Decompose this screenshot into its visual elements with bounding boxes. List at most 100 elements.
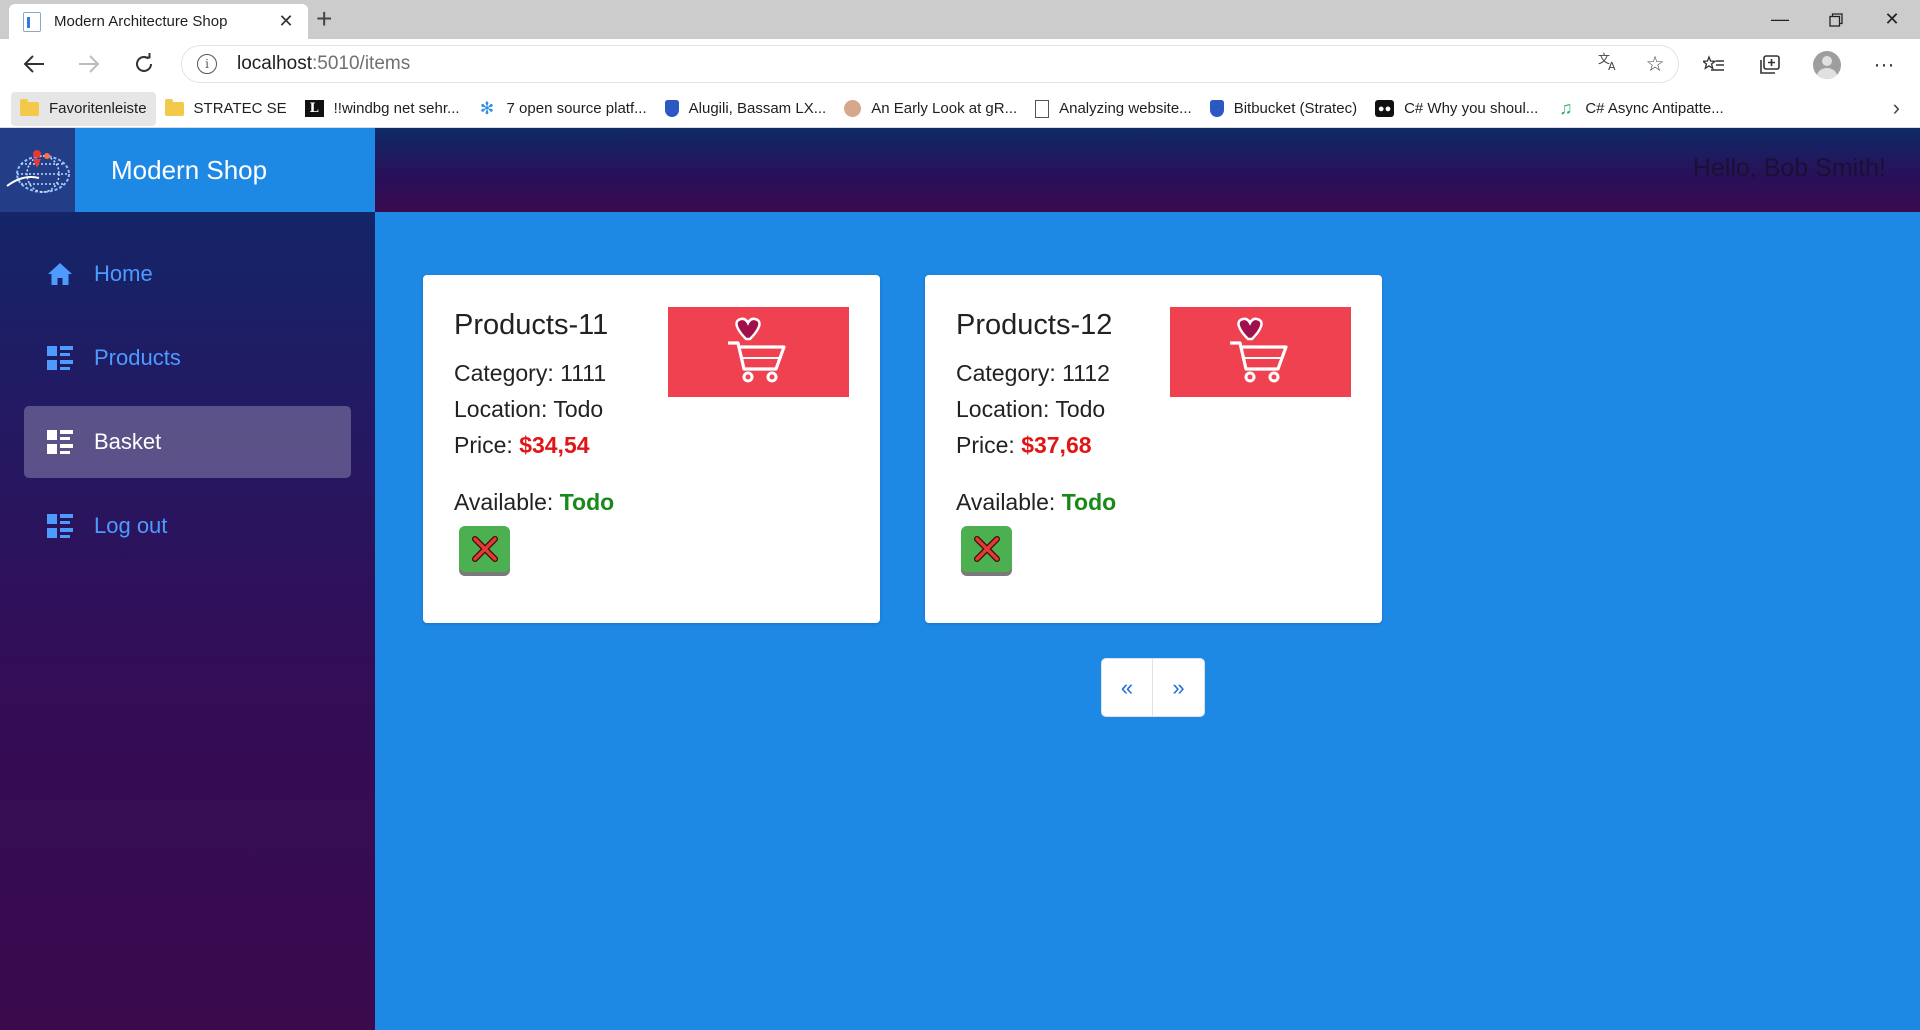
more-menu-icon[interactable]: ··· [1867,48,1901,82]
product-price: Price: $34,54 [454,432,590,459]
brand-title-box[interactable]: Modern Shop [75,128,375,212]
remove-item-button[interactable] [459,526,510,572]
favorite-label: Bitbucket (Stratec) [1233,100,1358,117]
folder-icon [20,98,39,116]
restore-icon[interactable] [1808,0,1864,39]
translate-icon[interactable]: 文A [1586,51,1632,77]
sidebar-item-products[interactable]: Products [24,322,351,394]
location-value: Todo [553,396,604,422]
red-x-icon [471,536,498,562]
document-icon [1035,99,1050,118]
next-page-button[interactable]: » [1153,659,1204,716]
app-header: Hello, Bob Smith! [375,128,1920,212]
basket-item-card: Products-11 Category: 1111 Location: Tod… [423,275,880,623]
favorite-item[interactable]: ✻ 7 open source platf... [469,92,656,126]
favorite-label: An Early Look at gR... [871,100,1018,117]
sidebar-item-basket[interactable]: Basket [24,406,351,478]
medium-icon: ●● [1375,100,1395,117]
product-location: Location: Todo [454,396,603,423]
favorite-item[interactable]: Bitbucket (Stratec) [1201,92,1366,126]
tab-title: Modern Architecture Shop [54,13,228,30]
sidebar-item-label: Products [94,345,181,370]
heart-cart-icon [727,317,786,383]
product-availability: Available: Todo [956,489,1116,516]
price-label: Price: [956,432,1022,458]
product-image [1170,307,1351,397]
collections-icon[interactable] [1753,48,1787,82]
price-value: $37,68 [1021,432,1092,458]
music-icon: ♫ [1559,98,1573,118]
favorite-item[interactable]: Alugili, Bassam LX... [656,92,836,126]
site-info-icon[interactable]: i [197,54,217,74]
bitbucket-icon [1209,100,1224,117]
location-value: Todo [1055,396,1106,422]
favorite-label: !!windbg net sehr... [333,100,460,117]
favorite-star-icon[interactable]: ☆ [1632,52,1678,77]
product-image [668,307,849,397]
favorites-overflow-chevron-icon[interactable]: › [1893,95,1900,121]
home-icon [46,260,74,288]
basket-item-card: Products-12 Category: 1112 Location: Tod… [925,275,1382,623]
red-x-icon [973,536,1000,562]
sidebar-item-label: Basket [94,429,162,454]
browser-toolbar: i localhost:5010/items 文A ☆ ··· [0,39,1920,90]
window-controls: — ✕ [1752,0,1920,39]
profile-avatar[interactable] [1810,48,1844,82]
site-l-icon: L [304,100,324,117]
sidebar-item-home[interactable]: Home [24,238,351,310]
favorite-label: Favoritenleiste [49,100,147,117]
page-favicon-icon [23,11,41,32]
available-label: Available: [956,489,1062,515]
available-value: Todo [1061,489,1117,515]
product-location: Location: Todo [956,396,1105,423]
product-title: Products-12 [956,309,1113,341]
product-title: Products-11 [454,309,609,341]
product-category: Category: 1112 [956,360,1110,387]
favorites-list-icon[interactable] [1697,48,1731,82]
person-icon [844,100,862,117]
price-value: $34,54 [519,432,590,458]
browser-tab-strip: Modern Architecture Shop ✕ + — ✕ [0,0,1920,39]
user-greeting: Hello, Bob Smith! [1692,154,1886,182]
reload-icon[interactable] [127,47,161,81]
brand: Modern Shop [0,128,375,212]
browser-tab-active[interactable]: Modern Architecture Shop ✕ [9,4,308,39]
remove-item-button[interactable] [961,526,1012,572]
favorite-item[interactable]: ●● C# Why you shoul... [1366,92,1547,126]
address-bar[interactable]: i localhost:5010/items 文A ☆ [181,45,1679,83]
new-tab-icon[interactable]: + [316,3,332,35]
minimize-icon[interactable]: — [1752,0,1808,39]
sidebar-item-label: Home [94,261,153,286]
product-category: Category: 1111 [454,360,606,387]
close-tab-icon[interactable]: ✕ [276,11,296,32]
favorite-item[interactable]: ♫ C# Async Antipatte... [1547,92,1732,126]
svg-text:A: A [1608,60,1616,71]
favorites-bar: Favoritenleiste STRATEC SE L !!windbg net… [0,90,1920,128]
pagination: « » [1102,659,1204,716]
back-arrow-icon[interactable] [17,47,51,81]
available-label: Available: [454,489,560,515]
favorite-item[interactable]: Favoritenleiste [11,91,156,126]
previous-page-button[interactable]: « [1102,659,1153,716]
url-text[interactable]: localhost:5010/items [237,53,1586,75]
available-value: Todo [559,489,615,515]
category-label: Category: [956,360,1063,386]
favorite-item[interactable]: An Early Look at gR... [835,92,1026,126]
folder-icon [164,98,184,116]
favorite-item[interactable]: Analyzing website... [1026,92,1201,126]
category-label: Category: [454,360,561,386]
location-label: Location: [956,396,1056,422]
favorite-label: C# Async Antipatte... [1585,100,1724,117]
product-availability: Available: Todo [454,489,614,516]
sidebar-item-logout[interactable]: Log out [24,490,351,562]
favorite-label: Analyzing website... [1059,100,1192,117]
favorite-label: STRATEC SE [193,100,287,117]
category-value: 1111 [560,360,607,386]
favorite-item[interactable]: L !!windbg net sehr... [296,92,469,126]
logo[interactable] [0,128,75,212]
favorite-item[interactable]: STRATEC SE [156,92,296,126]
close-window-icon[interactable]: ✕ [1864,0,1920,39]
sidebar: Modern Shop Home Products Basket Log out [0,128,375,1030]
favorite-label: Alugili, Bassam LX... [688,100,827,117]
forward-arrow-icon[interactable] [72,47,106,81]
